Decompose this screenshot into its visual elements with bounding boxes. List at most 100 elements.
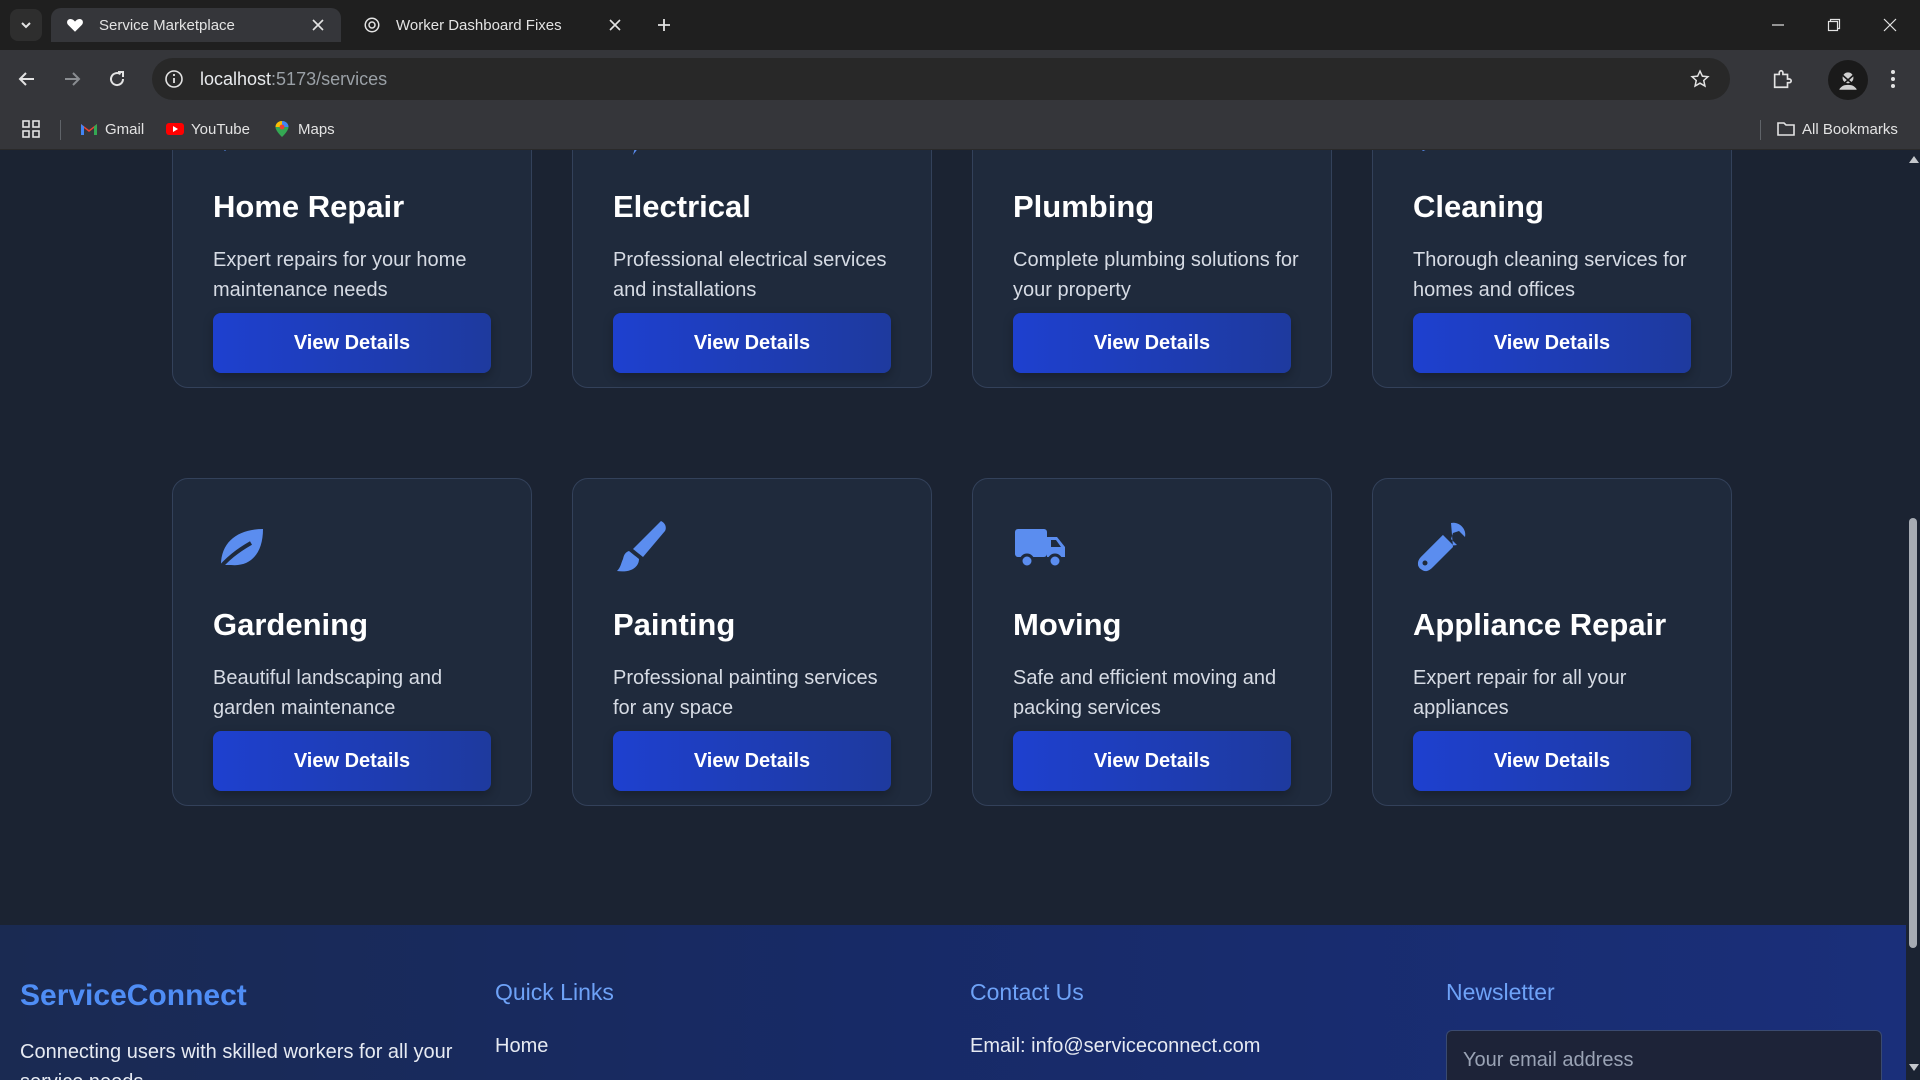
- service-title: Plumbing: [1013, 189, 1155, 224]
- forward-button[interactable]: [55, 62, 89, 96]
- tab-service-marketplace[interactable]: Service Marketplace: [51, 8, 341, 42]
- service-description: Professional painting services for any s…: [613, 667, 878, 719]
- scroll-up-arrow-icon[interactable]: [1909, 156, 1919, 163]
- quick-links-heading: Quick Links: [495, 979, 614, 1005]
- url-host: localhost: [200, 68, 272, 89]
- service-card-gardening: Gardening Beautiful landscaping and gard…: [172, 478, 532, 806]
- all-bookmarks-button[interactable]: All Bookmarks: [1777, 118, 1898, 140]
- scroll-down-arrow-icon[interactable]: [1909, 1064, 1919, 1071]
- bookmark-gmail[interactable]: Gmail: [80, 118, 144, 140]
- leaf-icon: [215, 529, 263, 573]
- minimize-button[interactable]: [1750, 0, 1806, 50]
- view-details-button[interactable]: View Details: [1013, 731, 1291, 791]
- view-details-button[interactable]: View Details: [1413, 731, 1691, 791]
- plus-icon: [658, 19, 670, 31]
- service-card-appliance-repair: Appliance Repair Expert repair for all y…: [1372, 478, 1732, 806]
- view-details-button[interactable]: View Details: [1013, 313, 1291, 373]
- service-description: Expert repair for all your appliances: [1413, 667, 1627, 719]
- view-details-button[interactable]: View Details: [613, 731, 891, 791]
- heart-icon: [65, 15, 85, 35]
- scrollbar-thumb[interactable]: [1909, 518, 1917, 948]
- close-icon[interactable]: [309, 16, 327, 34]
- bookmark-youtube[interactable]: YouTube: [166, 118, 250, 140]
- service-card-plumbing: Plumbing Complete plumbing solutions for…: [972, 150, 1332, 388]
- view-details-button[interactable]: View Details: [1413, 313, 1691, 373]
- service-title: Moving: [1013, 607, 1122, 642]
- bookmark-star-icon[interactable]: [1688, 67, 1712, 91]
- service-description: Thorough cleaning services for homes and…: [1413, 249, 1687, 301]
- kebab-menu-icon: [1891, 70, 1895, 88]
- service-title: Home Repair: [213, 189, 405, 224]
- restore-icon: [1827, 18, 1841, 32]
- site-info-icon[interactable]: [162, 67, 186, 91]
- view-details-button[interactable]: View Details: [613, 313, 891, 373]
- bookmarks-divider: [1760, 120, 1761, 140]
- page-scrollbar[interactable]: [1906, 150, 1920, 1080]
- bookmarks-divider: [60, 120, 61, 140]
- bookmark-label: YouTube: [191, 120, 250, 138]
- new-tab-button[interactable]: [650, 11, 678, 39]
- wrench-icon: [1417, 522, 1466, 572]
- service-card-electrical: Electrical Professional electrical servi…: [572, 150, 932, 388]
- service-title: Cleaning: [1413, 189, 1544, 224]
- service-title: Appliance Repair: [1413, 607, 1667, 642]
- tab-title: Worker Dashboard Fixes: [396, 16, 562, 34]
- contact-heading: Contact Us: [970, 979, 1084, 1005]
- service-card-home-repair: Home Repair Expert repairs for your home…: [172, 150, 532, 388]
- browser-menu-button[interactable]: [1876, 62, 1910, 96]
- contact-email[interactable]: Email: info@serviceconnect.com: [970, 1035, 1260, 1058]
- bolt-icon: [633, 150, 637, 155]
- service-description: Safe and efficient moving and packing se…: [1013, 667, 1277, 719]
- service-card-moving: Moving Safe and efficient moving and pac…: [972, 478, 1332, 806]
- restore-button[interactable]: [1806, 0, 1862, 50]
- address-bar[interactable]: localhost:5173/services: [152, 58, 1730, 100]
- chevron-down-icon: [21, 22, 31, 29]
- url-path: :5173/services: [271, 68, 388, 89]
- close-icon[interactable]: [606, 16, 624, 34]
- tab-worker-dashboard-fixes[interactable]: Worker Dashboard Fixes: [348, 8, 638, 42]
- reload-icon: [110, 71, 125, 87]
- tab-bar: Service Marketplace Worker Dashboard Fix…: [0, 0, 1920, 50]
- close-icon: [1883, 18, 1897, 32]
- service-card-cleaning: Cleaning Thorough cleaning services for …: [1372, 150, 1732, 388]
- apps-button[interactable]: [22, 118, 40, 140]
- service-title: Gardening: [213, 607, 369, 642]
- profile-avatar[interactable]: [1828, 60, 1868, 100]
- minimize-icon: [1772, 24, 1784, 26]
- service-title: Painting: [613, 607, 736, 642]
- arrow-right-icon: [65, 72, 81, 86]
- bookmark-maps[interactable]: Maps: [273, 118, 335, 140]
- view-details-button[interactable]: View Details: [213, 313, 491, 373]
- service-description: Professional electrical services and ins…: [613, 249, 887, 301]
- all-bookmarks-label: All Bookmarks: [1802, 120, 1898, 138]
- gmail-icon: [80, 120, 98, 138]
- back-button[interactable]: [10, 62, 44, 96]
- service-description: Beautiful landscaping and garden mainten…: [213, 667, 443, 719]
- footer-link-home[interactable]: Home: [495, 1035, 548, 1058]
- faucet-icon: [1013, 150, 1069, 157]
- window-close-button[interactable]: [1862, 0, 1918, 50]
- extensions-button[interactable]: [1765, 62, 1799, 96]
- bookmark-label: Gmail: [105, 120, 145, 138]
- service-description: Expert repairs for your home maintenance…: [213, 249, 467, 301]
- tab-search-button[interactable]: [10, 9, 42, 41]
- footer-brand[interactable]: ServiceConnect: [20, 979, 247, 1013]
- arrow-left-icon: [18, 72, 34, 86]
- paintbrush-icon: [617, 521, 666, 572]
- reload-button[interactable]: [100, 62, 134, 96]
- profile-icon: [1837, 70, 1859, 90]
- page-viewport: Home Repair Expert repairs for your home…: [0, 150, 1906, 1080]
- service-description: Complete plumbing solutions for your pro…: [1013, 249, 1299, 301]
- footer-description: Connecting users with skilled workers fo…: [20, 1041, 453, 1080]
- folder-icon: [1777, 120, 1795, 138]
- view-details-button[interactable]: View Details: [213, 731, 491, 791]
- truck-icon: [1015, 529, 1065, 569]
- service-card-painting: Painting Professional painting services …: [572, 478, 932, 806]
- broom-icon: [1422, 150, 1426, 151]
- puzzle-icon: [1773, 69, 1792, 89]
- newsletter-email-input[interactable]: [1446, 1030, 1882, 1080]
- maps-icon: [273, 120, 291, 138]
- tools-icon: [224, 150, 226, 151]
- browser-toolbar: localhost:5173/services: [0, 50, 1920, 108]
- openai-icon: [362, 15, 382, 35]
